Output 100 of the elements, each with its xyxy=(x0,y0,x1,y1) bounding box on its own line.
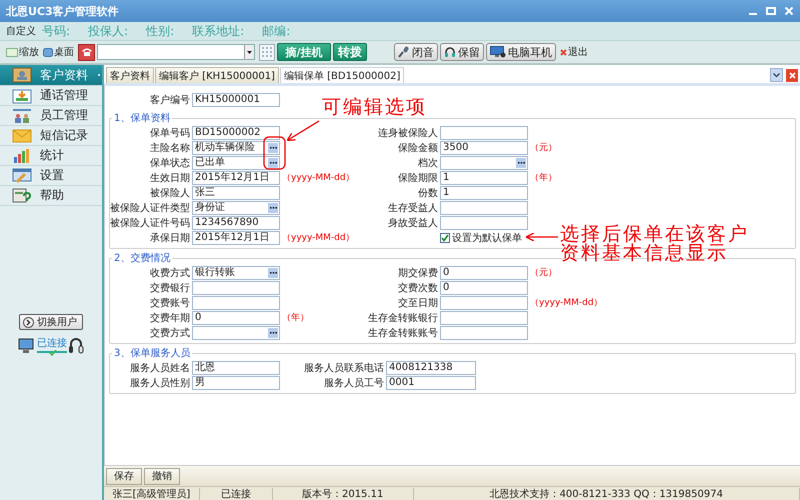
field-label: 承保日期 xyxy=(149,232,190,244)
footer-button[interactable]: 保存 xyxy=(106,468,142,484)
browse-button[interactable] xyxy=(268,328,278,338)
input-field[interactable]: 0 xyxy=(192,310,280,324)
input-field[interactable]: 0001 xyxy=(386,376,476,390)
input-field[interactable] xyxy=(192,280,280,294)
sidebar-item[interactable]: 短信记录 xyxy=(0,126,102,146)
checkbox[interactable] xyxy=(440,232,450,242)
input-field[interactable]: 0 xyxy=(440,266,528,280)
field-label: 主险名称 xyxy=(149,142,190,154)
checkbox-label[interactable]: 设置为默认保单 xyxy=(452,230,522,244)
input-field[interactable]: 4008121338 xyxy=(386,360,476,374)
browse-button[interactable] xyxy=(268,158,278,168)
sidebar-item[interactable]: 通话管理 xyxy=(0,86,102,106)
tab[interactable]: 客户资料 xyxy=(106,67,154,83)
section-title: 1、保单资料 xyxy=(113,112,172,125)
sidebar-item[interactable]: 员工管理 xyxy=(0,106,102,126)
connection-status: 已连接 xyxy=(37,336,67,350)
desktop-icon[interactable] xyxy=(43,48,53,56)
input-field[interactable]: 1234567890 xyxy=(192,216,280,230)
tab[interactable]: 编辑保单 [BD15000002] xyxy=(280,67,404,83)
browse-button[interactable] xyxy=(268,202,278,212)
customize-link[interactable]: 自定义 xyxy=(6,24,36,38)
input-field[interactable]: 1 xyxy=(440,186,528,200)
picker-field[interactable]: 机动车辆保险 xyxy=(192,140,280,154)
input-field[interactable] xyxy=(440,200,528,214)
input-field[interactable] xyxy=(192,296,280,310)
input-field[interactable]: 北恩 xyxy=(192,360,280,374)
field-label: 生存金转账银行 xyxy=(367,312,438,324)
close-icon[interactable] xyxy=(784,6,794,16)
input-field[interactable]: 3500 xyxy=(440,140,528,154)
chevron-down-icon xyxy=(773,72,780,78)
keypad-icon xyxy=(262,47,272,57)
footer-button[interactable]: 撤销 xyxy=(144,468,180,484)
field-label: 交费账号 xyxy=(149,296,190,310)
field-label: 身故受益人 xyxy=(387,216,438,230)
input-field[interactable]: 2015年12月1日 xyxy=(192,170,280,184)
switch-user-button[interactable]: 切换用户 xyxy=(19,314,83,330)
zoom-label[interactable]: 缩放 xyxy=(19,45,39,59)
status-text: 北恩技术支持：400-8121-333 QQ：1319850974 xyxy=(490,488,723,500)
info-label: 投保人: xyxy=(88,22,128,40)
info-label: 联系地址: xyxy=(192,22,244,40)
input-field[interactable] xyxy=(440,216,528,230)
number-combo-field[interactable] xyxy=(97,44,255,60)
zoom-icon[interactable] xyxy=(6,48,18,56)
toolbar-button[interactable]: 闭音 xyxy=(394,43,438,61)
annotation-arrow xyxy=(286,120,320,142)
input-field[interactable]: 1 xyxy=(440,170,528,184)
input-field[interactable] xyxy=(440,310,528,324)
toolbar-button[interactable]: 电脑耳机 xyxy=(486,43,556,61)
field-label: 交费银行 xyxy=(149,282,190,294)
field-label: 服务人员性别 xyxy=(129,376,190,390)
status-text: 已连接 xyxy=(220,488,251,500)
field-label: 服务人员联系电话 xyxy=(303,362,384,374)
browse-button[interactable] xyxy=(516,158,526,168)
tab[interactable]: 编辑客户 [KH15000001] xyxy=(155,67,279,83)
input-field[interactable]: 2015年12月1日 xyxy=(192,230,280,244)
sidebar-item[interactable]: 设置 xyxy=(0,166,102,186)
field-label: 服务人员工号 xyxy=(323,376,384,390)
unit-label: （年） xyxy=(282,313,309,323)
close-tab-button[interactable] xyxy=(786,69,798,82)
field-label: 份数 xyxy=(417,186,438,200)
field-label: 客户编号 xyxy=(149,94,190,106)
input-field[interactable]: KH15000001 xyxy=(192,92,280,106)
input-field[interactable]: 0 xyxy=(440,280,528,294)
envelope-icon xyxy=(12,128,32,144)
field-label: 被保险人证件类型 xyxy=(110,202,190,214)
headset-icon xyxy=(68,337,84,355)
phone-button[interactable] xyxy=(78,44,95,60)
sidebar-item[interactable]: 帮助 xyxy=(0,186,102,206)
exit-button[interactable]: 退出 xyxy=(560,45,588,59)
input-field[interactable] xyxy=(440,296,528,310)
maximize-icon[interactable] xyxy=(766,6,776,16)
field-label: 连身被保险人 xyxy=(377,126,438,140)
picker-field[interactable]: 身份证 xyxy=(192,200,280,214)
computer-icon xyxy=(490,46,506,58)
browse-button[interactable] xyxy=(268,268,278,278)
chevron-right-icon xyxy=(23,316,34,328)
sidebar-item[interactable]: 统计 xyxy=(0,146,102,166)
browse-button[interactable] xyxy=(268,142,278,152)
picker-field[interactable] xyxy=(440,156,528,170)
contact-card-icon xyxy=(12,67,32,83)
input-field[interactable] xyxy=(440,326,528,340)
toolbar-button[interactable]: 保留 xyxy=(440,43,484,61)
field-label: 收费方式 xyxy=(149,266,190,280)
connection-line-icon xyxy=(37,350,67,356)
dropdown-button[interactable] xyxy=(244,45,254,59)
keypad-button[interactable] xyxy=(259,44,275,60)
bar-chart-icon xyxy=(12,148,32,164)
picker-field[interactable] xyxy=(192,326,280,340)
sidebar-item[interactable]: 客户资料 xyxy=(0,65,102,86)
desktop-label[interactable]: 桌面 xyxy=(54,45,74,59)
close-icon xyxy=(560,48,567,56)
input-field[interactable]: 张三 xyxy=(192,186,280,200)
picker-field[interactable]: 已出单 xyxy=(192,156,280,170)
input-field[interactable]: 男 xyxy=(192,376,280,390)
tab-list-button[interactable] xyxy=(770,68,783,82)
input-field[interactable]: BD15000002 xyxy=(192,126,280,140)
picker-field[interactable]: 银行转账 xyxy=(192,266,280,280)
input-field[interactable] xyxy=(440,126,528,140)
